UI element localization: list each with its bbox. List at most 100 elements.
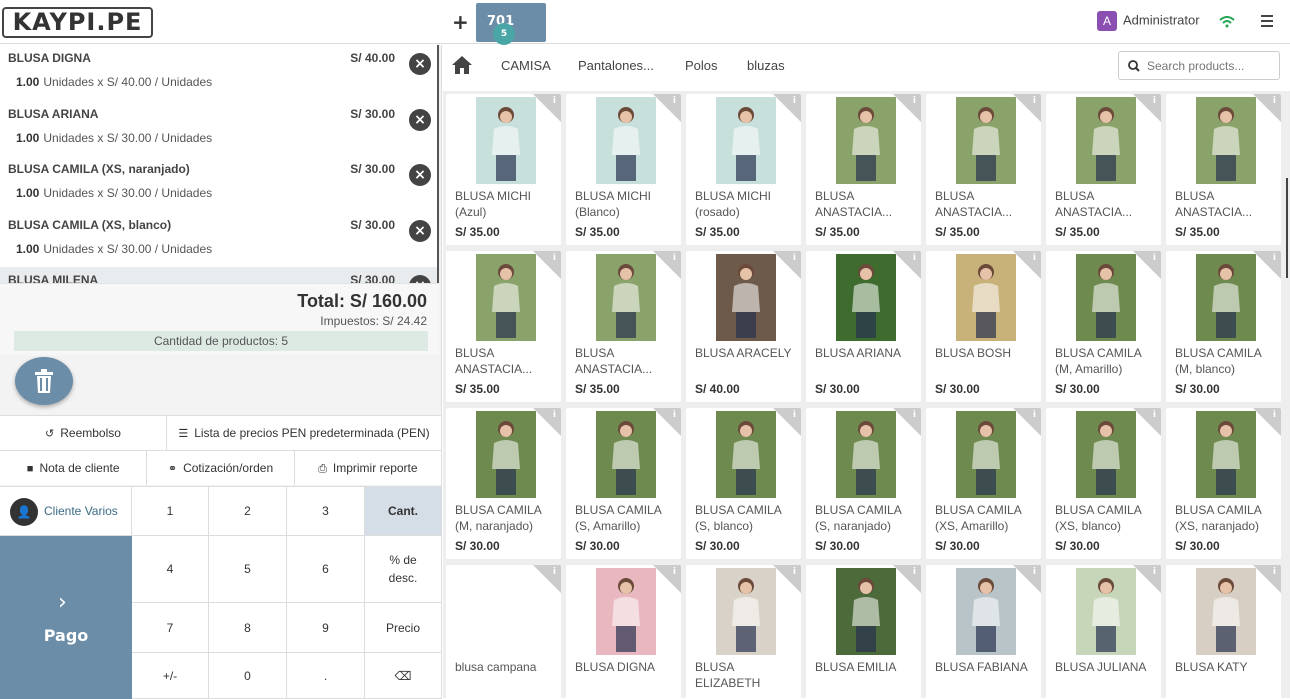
orderline[interactable]: BLUSA CAMILA (XS, naranjado) S/ 30.00 × … — [0, 156, 439, 212]
product-info-corner[interactable] — [1133, 565, 1161, 593]
product-card[interactable]: i BLUSA CAMILA (XS, Amarillo) S/ 30.00 — [926, 408, 1041, 559]
product-info-corner[interactable] — [893, 94, 921, 122]
product-info-corner[interactable] — [773, 94, 801, 122]
product-info-corner[interactable] — [653, 251, 681, 279]
product-card[interactable]: i BLUSA ANASTACIA... S/ 35.00 — [1166, 94, 1281, 245]
info-icon[interactable]: i — [553, 253, 556, 263]
info-icon[interactable]: i — [913, 410, 916, 420]
category-pantalones[interactable]: Pantalones... — [578, 58, 654, 73]
product-card[interactable]: i BLUSA CAMILA (S, blanco) S/ 30.00 — [686, 408, 801, 559]
product-info-corner[interactable] — [1253, 251, 1281, 279]
product-card[interactable]: i BLUSA ANASTACIA... S/ 35.00 — [446, 251, 561, 402]
numpad-key[interactable]: 9 — [287, 603, 365, 653]
numpad-key[interactable]: 4 — [132, 536, 209, 603]
product-card[interactable]: i BLUSA ANASTACIA... S/ 35.00 — [1046, 94, 1161, 245]
home-icon[interactable] — [451, 55, 473, 79]
info-icon[interactable]: i — [913, 567, 916, 577]
product-card[interactable]: iBLUSA EMILIAS/ 40.00 — [806, 565, 921, 698]
remove-line-icon[interactable]: × — [409, 164, 431, 186]
product-card[interactable]: i BLUSA CAMILA (M, Amarillo) S/ 30.00 — [1046, 251, 1161, 402]
info-icon[interactable]: i — [793, 253, 796, 263]
numpad-key[interactable]: 3 — [287, 487, 365, 536]
product-card[interactable]: iblusa campanaS/ 45.00 — [446, 565, 561, 698]
numpad-mode-price[interactable]: Precio — [365, 603, 442, 653]
numpad-key[interactable]: 7 — [132, 603, 209, 653]
product-card[interactable]: i BLUSA ANASTACIA... S/ 35.00 — [926, 94, 1041, 245]
product-info-corner[interactable] — [773, 251, 801, 279]
product-card[interactable]: i BLUSA MICHI (rosado) S/ 35.00 — [686, 94, 801, 245]
orderline-selected[interactable]: BLUSA MILENA S/ 30.00 × — [0, 267, 439, 283]
category-polos[interactable]: Polos — [685, 58, 718, 73]
product-info-corner[interactable] — [1133, 251, 1161, 279]
info-icon[interactable]: i — [553, 567, 556, 577]
product-card[interactable]: iBLUSA DIGNAS/ 40.00 — [566, 565, 681, 698]
product-card[interactable]: i BLUSA CAMILA (S, naranjado) S/ 30.00 — [806, 408, 921, 559]
product-info-corner[interactable] — [653, 94, 681, 122]
info-icon[interactable]: i — [913, 96, 916, 106]
product-card[interactable]: i BLUSA CAMILA (XS, naranjado) S/ 30.00 — [1166, 408, 1281, 559]
info-icon[interactable]: i — [793, 567, 796, 577]
product-card[interactable]: i BLUSA CAMILA (XS, blanco) S/ 30.00 — [1046, 408, 1161, 559]
numpad-key[interactable]: 0 — [209, 653, 287, 699]
info-icon[interactable]: i — [673, 410, 676, 420]
orderline[interactable]: BLUSA DIGNA S/ 40.00 × 1.00 Unidades x S/… — [0, 45, 439, 101]
numpad-key[interactable]: 5 — [209, 536, 287, 603]
product-info-corner[interactable] — [1013, 408, 1041, 436]
numpad-mode-qty[interactable]: Cant. — [365, 487, 442, 536]
product-card[interactable]: iBLUSA JULIANAS/ 30.00 — [1046, 565, 1161, 698]
info-icon[interactable]: i — [1153, 567, 1156, 577]
product-card[interactable]: i BLUSA CAMILA (S, Amarillo) S/ 30.00 — [566, 408, 681, 559]
info-icon[interactable]: i — [1273, 410, 1276, 420]
info-icon[interactable]: i — [1033, 96, 1036, 106]
product-info-corner[interactable] — [653, 408, 681, 436]
product-info-corner[interactable] — [533, 94, 561, 122]
orderlines-scrollbar[interactable] — [437, 45, 439, 283]
product-info-corner[interactable] — [533, 565, 561, 593]
numpad-key[interactable]: 2 — [209, 487, 287, 536]
product-info-corner[interactable] — [1013, 251, 1041, 279]
product-info-corner[interactable] — [893, 408, 921, 436]
info-icon[interactable]: i — [1033, 253, 1036, 263]
product-info-corner[interactable] — [1013, 565, 1041, 593]
product-info-corner[interactable] — [1013, 94, 1041, 122]
product-card[interactable]: iBLUSA ELIZABETHS/ 35.00 — [686, 565, 801, 698]
numpad-key[interactable]: 1 — [132, 487, 209, 536]
product-info-corner[interactable] — [1253, 565, 1281, 593]
orderline[interactable]: BLUSA CAMILA (XS, blanco) S/ 30.00 × 1.0… — [0, 212, 439, 268]
remove-line-icon[interactable]: × — [409, 219, 431, 242]
product-card[interactable]: i BLUSA CAMILA (M, blanco) S/ 30.00 — [1166, 251, 1281, 402]
product-info-corner[interactable] — [1253, 408, 1281, 436]
product-info-corner[interactable] — [1133, 408, 1161, 436]
category-camisa[interactable]: CAMISA — [501, 58, 551, 73]
product-info-corner[interactable] — [1253, 94, 1281, 122]
product-card[interactable]: i BLUSA MICHI (Azul) S/ 35.00 — [446, 94, 561, 245]
remove-line-icon[interactable]: × — [409, 108, 431, 131]
product-card[interactable]: iBLUSA FABIANAS/ 35.00 — [926, 565, 1041, 698]
info-icon[interactable]: i — [553, 410, 556, 420]
info-icon[interactable]: i — [673, 253, 676, 263]
product-info-corner[interactable] — [893, 251, 921, 279]
search-input[interactable]: Search products... — [1118, 51, 1280, 80]
numpad-key[interactable]: . — [287, 653, 365, 699]
order-tab[interactable]: 701 5 — [476, 3, 546, 45]
product-info-corner[interactable] — [893, 565, 921, 593]
product-info-corner[interactable] — [773, 565, 801, 593]
product-info-corner[interactable] — [533, 408, 561, 436]
product-card[interactable]: i BLUSA ANASTACIA... S/ 35.00 — [566, 251, 681, 402]
product-card[interactable]: iBLUSA KATYS/ 40.00 — [1166, 565, 1281, 698]
numpad-key[interactable]: +/- — [132, 653, 209, 699]
info-icon[interactable]: i — [1153, 96, 1156, 106]
product-info-corner[interactable] — [773, 408, 801, 436]
product-card[interactable]: i BLUSA ARACELY S/ 40.00 — [686, 251, 801, 402]
menu-icon[interactable] — [1261, 15, 1273, 30]
product-info-corner[interactable] — [653, 565, 681, 593]
product-info-corner[interactable] — [533, 251, 561, 279]
delete-order-button[interactable] — [15, 357, 73, 405]
product-info-corner[interactable] — [1133, 94, 1161, 122]
pricelist-button[interactable]: ☰ Lista de precios PEN predeterminada (PE… — [167, 416, 442, 450]
backspace-icon[interactable]: ⌫ — [365, 653, 442, 699]
customer-note-button[interactable]: ■ Nota de cliente — [0, 451, 148, 485]
refund-button[interactable]: ↺ Reembolso — [0, 416, 167, 450]
product-card[interactable]: i BLUSA MICHI (Blanco) S/ 35.00 — [566, 94, 681, 245]
customer-button[interactable]: 👤 Cliente Varios — [0, 487, 132, 536]
